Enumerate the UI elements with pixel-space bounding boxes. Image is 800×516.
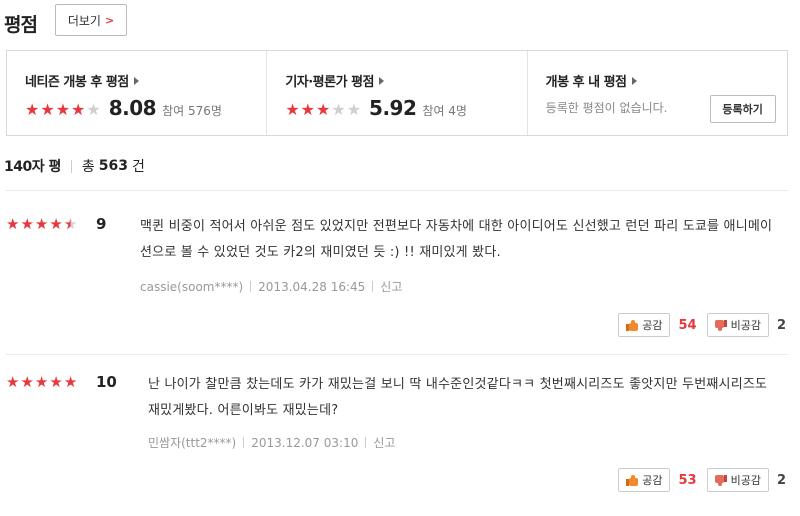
more-button[interactable]: 더보기 > xyxy=(55,4,127,36)
critic-participants: 참여 4명 xyxy=(422,104,467,118)
register-rating-button[interactable]: 등록하기 xyxy=(709,95,776,123)
total-count: 563 xyxy=(98,158,128,174)
review-stars: ★ ★ ★ ★ ★ xyxy=(6,375,77,390)
review-votes: 공감 53 비공감 2 xyxy=(618,468,788,492)
tab-140-reviews[interactable]: 140자 평 xyxy=(4,156,61,176)
review-text: 맥퀸 비중이 적어서 아쉬운 점도 있었지만 전편보다 자동차에 대한 아이디어… xyxy=(140,219,773,260)
star-icon: ★ xyxy=(20,373,34,391)
thumb-down-icon xyxy=(714,474,727,486)
netizen-score: 8.08 xyxy=(108,96,157,120)
review-author: 민쌈자(ttt2****) xyxy=(148,436,237,450)
review-item: ★ ★ ★ ★ ★ 9 맥퀸 비중이 적어서 아쉬운 점도 있었지만 전편보다 자동차에… xyxy=(6,214,788,344)
like-count: 53 xyxy=(678,472,697,488)
more-button-label: 더보기 xyxy=(67,13,101,28)
star-icon: ★ xyxy=(316,100,331,119)
like-label: 공감 xyxy=(642,474,663,487)
section-title: 평점 xyxy=(4,13,38,36)
chevron-right-icon xyxy=(133,76,139,85)
divider xyxy=(6,190,788,191)
divider xyxy=(365,437,367,448)
divider xyxy=(250,281,252,292)
like-button[interactable]: 공감 xyxy=(618,468,671,492)
review-stars: ★ ★ ★ ★ ★ xyxy=(6,217,77,232)
star-icon: ★ xyxy=(285,100,300,119)
my-rating-link[interactable]: 개봉 후 내 평점 xyxy=(546,71,787,90)
chevron-right-icon xyxy=(631,76,637,85)
report-link[interactable]: 신고 xyxy=(380,278,402,295)
critic-score: 5.92 xyxy=(369,96,417,120)
my-rating: 개봉 후 내 평점 등록한 평점이 없습니다. 등록하기 xyxy=(526,51,787,135)
thumb-down-icon xyxy=(714,319,727,331)
dislike-button[interactable]: 비공감 xyxy=(706,468,769,492)
netizen-stars: ★ ★ ★ ★ ★ xyxy=(25,102,101,118)
chevron-right-icon: > xyxy=(104,13,115,27)
dislike-label: 비공감 xyxy=(730,474,761,487)
like-button[interactable]: 공감 xyxy=(618,313,671,337)
star-icon: ★ xyxy=(20,215,34,233)
star-icon: ★ xyxy=(63,373,78,391)
netizen-rating: 네티즌 개봉 후 평점 ★ ★ ★ ★ ★ 8.08 참여 576명 xyxy=(7,51,266,135)
star-icon: ★ xyxy=(331,100,346,119)
star-icon: ★ xyxy=(6,215,20,233)
divider xyxy=(70,159,72,173)
review-votes: 공감 54 비공감 2 xyxy=(618,313,788,337)
review-meta: 민쌈자(ttt2****) 2013.12.07 03:10 신고 xyxy=(148,434,395,451)
star-icon: ★ xyxy=(71,100,86,119)
star-icon: ★ xyxy=(25,100,40,119)
divider xyxy=(6,354,788,355)
netizen-rating-link[interactable]: 네티즌 개봉 후 평점 xyxy=(25,71,266,90)
total-suffix: 건 xyxy=(131,159,145,175)
netizen-rating-label: 네티즌 개봉 후 평점 xyxy=(25,75,129,90)
dislike-label: 비공감 xyxy=(730,319,761,332)
dislike-button[interactable]: 비공감 xyxy=(706,313,769,337)
review-text: 난 나이가 찰만큼 찼는데도 카가 재밌는걸 보니 딱 내수준인것같다ㅋㅋ 첫번… xyxy=(148,377,768,418)
rating-summary: 네티즌 개봉 후 평점 ★ ★ ★ ★ ★ 8.08 참여 576명 기자·평론가 평점… xyxy=(6,50,788,136)
review-date: 2013.12.07 03:10 xyxy=(251,435,359,450)
review-date: 2013.04.28 16:45 xyxy=(258,279,366,294)
critic-stars: ★ ★ ★ ★ ★ xyxy=(285,102,361,118)
section-header: 평점 xyxy=(4,8,38,38)
like-label: 공감 xyxy=(642,319,663,332)
critic-rating-label: 기자·평론가 평점 xyxy=(285,75,375,90)
total-prefix: 총 xyxy=(81,159,95,175)
divider xyxy=(372,281,374,292)
star-icon: ★ xyxy=(49,373,63,391)
star-icon: ★ xyxy=(6,373,20,391)
review-meta: cassie(soom****) 2013.04.28 16:45 신고 xyxy=(140,278,402,295)
review-count-bar: 140자 평 총 563 건 xyxy=(4,156,145,176)
dislike-count: 2 xyxy=(776,317,786,333)
my-rating-label: 개봉 후 내 평점 xyxy=(545,75,627,90)
star-icon: ★ xyxy=(40,100,55,119)
star-icon: ★ xyxy=(49,215,63,233)
review-score: 9 xyxy=(96,215,107,233)
review-author: cassie(soom****) xyxy=(140,279,244,294)
report-link[interactable]: 신고 xyxy=(373,434,395,451)
star-icon: ★ xyxy=(34,215,49,233)
netizen-participants: 참여 576명 xyxy=(162,104,222,118)
review-item: ★ ★ ★ ★ ★ 10 난 나이가 찰만큼 찼는데도 카가 재밌는걸 보니 딱 내수준… xyxy=(6,372,788,496)
half-star-icon: ★ xyxy=(63,215,78,233)
chevron-right-icon xyxy=(379,76,385,85)
star-icon: ★ xyxy=(86,100,101,119)
thumb-up-icon xyxy=(626,474,639,486)
critic-rating-link[interactable]: 기자·평론가 평점 xyxy=(285,71,526,90)
review-score: 10 xyxy=(96,373,117,391)
star-icon: ★ xyxy=(34,373,49,391)
thumb-up-icon xyxy=(626,319,639,331)
star-icon: ★ xyxy=(346,100,362,119)
dislike-count: 2 xyxy=(776,472,786,488)
like-count: 54 xyxy=(678,317,697,333)
star-icon: ★ xyxy=(300,100,316,119)
divider xyxy=(243,437,245,448)
critic-rating: 기자·평론가 평점 ★ ★ ★ ★ ★ 5.92 참여 4명 xyxy=(266,51,526,135)
star-icon: ★ xyxy=(55,100,71,119)
